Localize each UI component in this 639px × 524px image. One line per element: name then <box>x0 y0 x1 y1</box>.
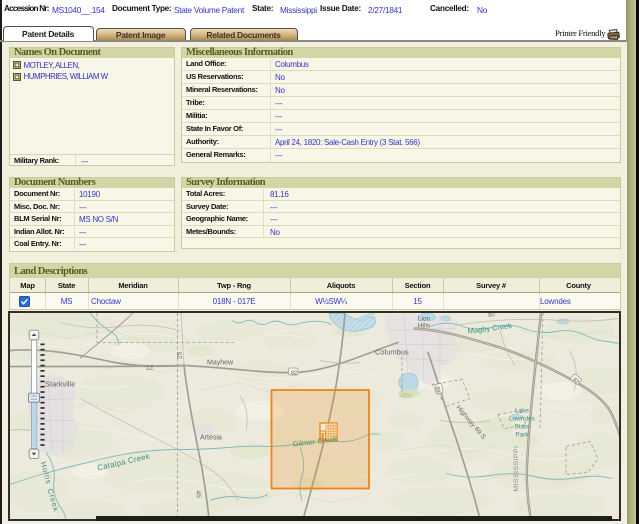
svg-text:Mayhew: Mayhew <box>207 359 234 366</box>
svg-text:Hills: Hills <box>418 322 431 329</box>
svg-text:Park: Park <box>515 431 529 438</box>
svg-text:MISSISSIPPI: MISSISSIPPI <box>513 445 520 491</box>
svg-text:12: 12 <box>146 364 154 371</box>
svg-text:82: 82 <box>291 370 297 376</box>
svg-text:Columbus: Columbus <box>375 347 409 356</box>
svg-text:50: 50 <box>488 313 495 319</box>
svg-text:State: State <box>514 423 530 430</box>
svg-text:Artesia: Artesia <box>200 434 222 441</box>
svg-text:Lake: Lake <box>515 407 529 414</box>
svg-text:Starkville: Starkville <box>45 379 75 388</box>
svg-text:Lowndes: Lowndes <box>509 415 536 422</box>
svg-text:69: 69 <box>434 386 441 393</box>
svg-text:Lion: Lion <box>418 315 431 322</box>
svg-text:25: 25 <box>177 351 184 359</box>
